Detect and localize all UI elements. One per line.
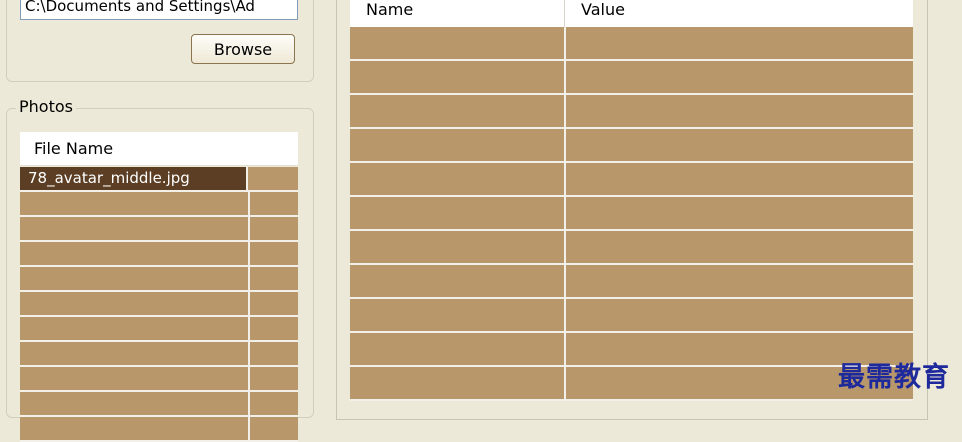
file-name-cell	[20, 192, 250, 215]
photos-group-label: Photos	[16, 97, 76, 116]
property-row[interactable]	[350, 129, 913, 163]
property-row[interactable]	[350, 333, 913, 367]
property-row[interactable]	[350, 265, 913, 299]
property-row[interactable]	[350, 197, 913, 231]
property-row[interactable]	[350, 95, 913, 129]
column-divider[interactable]	[564, 0, 565, 27]
properties-grid-header: Name Value	[350, 0, 913, 27]
file-name-cell: 78_avatar_middle.jpg	[20, 167, 248, 190]
file-name-cell	[20, 417, 250, 440]
property-name-cell[interactable]	[350, 61, 566, 93]
file-list-item[interactable]	[20, 367, 298, 392]
property-name-cell[interactable]	[350, 265, 566, 297]
file-list-item[interactable]	[20, 192, 298, 217]
file-name-cell	[20, 392, 250, 415]
file-list-header[interactable]: File Name	[20, 132, 298, 166]
property-name-cell[interactable]	[350, 197, 566, 229]
property-name-cell[interactable]	[350, 299, 566, 331]
file-name-cell	[20, 317, 250, 340]
property-row[interactable]	[350, 27, 913, 61]
file-list-item[interactable]	[20, 217, 298, 242]
file-list-item[interactable]: 78_avatar_middle.jpg	[20, 167, 298, 192]
file-name-cell	[20, 342, 250, 365]
property-name-cell[interactable]	[350, 95, 566, 127]
file-name-cell	[20, 267, 250, 290]
properties-grid-rows	[350, 27, 913, 401]
property-name-cell[interactable]	[350, 163, 566, 195]
photo-file-list[interactable]: File Name 78_avatar_middle.jpg	[20, 132, 298, 442]
file-list-item[interactable]	[20, 342, 298, 367]
properties-grid[interactable]: Name Value	[350, 0, 913, 403]
file-name-column-header[interactable]: File Name	[34, 139, 113, 158]
property-name-cell[interactable]	[350, 231, 566, 263]
file-list-item[interactable]	[20, 417, 298, 442]
value-column-header[interactable]: Value	[581, 0, 625, 19]
property-name-cell[interactable]	[350, 367, 566, 399]
browse-button[interactable]: Browse	[191, 34, 295, 64]
file-name-cell	[20, 367, 250, 390]
name-column-header[interactable]: Name	[366, 0, 413, 19]
property-row[interactable]	[350, 299, 913, 333]
file-list-item[interactable]	[20, 267, 298, 292]
watermark-logo: 最需教育	[838, 362, 950, 393]
file-list-rows: 78_avatar_middle.jpg	[20, 167, 298, 442]
file-list-item[interactable]	[20, 242, 298, 267]
property-name-cell[interactable]	[350, 27, 566, 59]
property-name-cell[interactable]	[350, 129, 566, 161]
property-row[interactable]	[350, 231, 913, 265]
property-row[interactable]	[350, 367, 913, 401]
file-name-cell	[20, 292, 250, 315]
file-name-cell	[20, 242, 250, 265]
file-name-cell	[20, 217, 250, 240]
property-name-cell[interactable]	[350, 333, 566, 365]
folder-path-input[interactable]: C:\Documents and Settings\Ad	[20, 0, 298, 20]
property-row[interactable]	[350, 61, 913, 95]
file-list-item[interactable]	[20, 317, 298, 342]
property-row[interactable]	[350, 163, 913, 197]
file-list-item[interactable]	[20, 292, 298, 317]
file-list-item[interactable]	[20, 392, 298, 417]
